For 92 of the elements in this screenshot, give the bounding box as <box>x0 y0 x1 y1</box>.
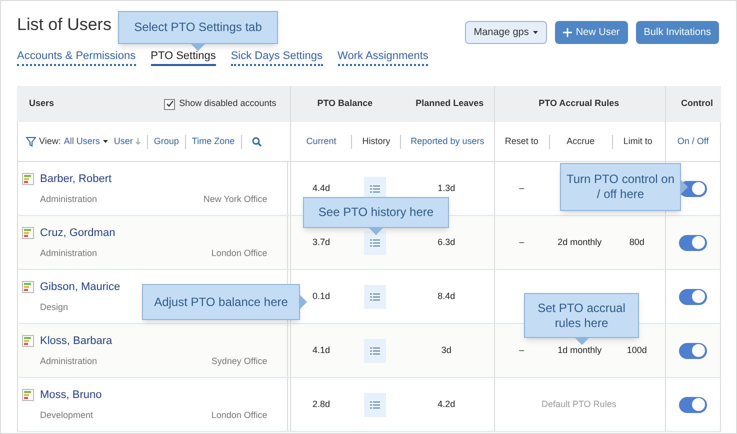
accrue-value[interactable]: 1d monthly <box>558 344 602 355</box>
filter-icon <box>26 136 36 146</box>
chart-icon <box>22 334 34 347</box>
column-subheader: Reported by users <box>410 134 486 148</box>
reset-value[interactable]: – <box>494 182 549 196</box>
callout-tooltip: Adjust PTO balance here <box>142 284 300 320</box>
column-subheader: Reset to <box>504 134 540 148</box>
pointer-icon <box>574 338 588 345</box>
column-subheader: On / Off <box>677 134 709 148</box>
down-arrow-icon <box>134 138 141 145</box>
user-name-link[interactable]: Gibson, Maurice <box>40 278 120 295</box>
planned-leaves-value: 8.4d <box>436 290 456 303</box>
manage-groups-button[interactable]: Manage gps <box>464 21 547 44</box>
view-label: View: <box>39 134 61 148</box>
column-subheader: Limit to <box>622 134 654 148</box>
reset-value[interactable]: – <box>494 344 549 358</box>
balance-value[interactable]: 2.8d <box>291 398 352 412</box>
tab[interactable]: Accounts & Permissions <box>17 49 136 66</box>
column-subheader: Current <box>305 134 338 148</box>
caret-icon <box>532 31 538 34</box>
user-office: New York Office <box>203 193 268 206</box>
user-group: Administration <box>40 193 98 206</box>
toggle-switch[interactable] <box>679 396 708 412</box>
page-title: List of Users <box>17 14 112 36</box>
column-header: PTO Balance <box>317 97 373 110</box>
user-group: Design <box>40 301 68 314</box>
planned-leaves-value: 4.2d <box>436 398 456 411</box>
pointer-icon <box>300 295 307 309</box>
limit-value[interactable]: 80d <box>629 236 644 247</box>
list-icon <box>370 400 380 408</box>
view-dropdown[interactable]: All Users <box>64 134 108 148</box>
sort-column[interactable]: User <box>114 134 141 148</box>
column-header: PTO Accrual Rules <box>538 97 620 110</box>
column-header: Users <box>29 97 54 110</box>
column-subheader: History <box>361 134 392 148</box>
sort-column[interactable]: Group <box>154 134 179 148</box>
user-name-link[interactable]: Cruz, Gordman <box>40 224 116 241</box>
pointer-icon <box>191 44 205 51</box>
user-office: Sydney Office <box>211 355 268 368</box>
balance-value[interactable]: 4.4d <box>291 182 352 196</box>
new-user-button[interactable]: New User <box>554 21 628 44</box>
list-icon <box>370 292 380 300</box>
planned-leaves-value: 3d <box>440 344 452 357</box>
bulk-invitations-button[interactable]: Bulk Invitations <box>636 21 719 44</box>
user-group: Administration <box>40 247 98 260</box>
user-office: London Office <box>211 247 268 260</box>
user-name-link[interactable]: Barber, Robert <box>40 170 112 187</box>
toggle-switch[interactable] <box>679 342 708 358</box>
reset-value[interactable]: – <box>494 236 549 250</box>
callout-tooltip: Turn PTO control on / off here <box>560 163 681 211</box>
history-button[interactable] <box>364 338 386 362</box>
column-header: Control <box>681 97 713 110</box>
pointer-icon <box>681 180 688 194</box>
chart-icon <box>22 388 34 401</box>
column-subheader: Accrue <box>566 134 596 148</box>
tab[interactable]: PTO Settings <box>150 49 216 66</box>
sort-column[interactable]: Time Zone <box>192 134 235 148</box>
plus-icon <box>562 28 572 37</box>
list-icon <box>370 184 380 192</box>
history-button[interactable] <box>364 284 386 308</box>
chart-icon <box>22 280 34 293</box>
planned-leaves-value: 1.3d <box>436 182 456 195</box>
user-group: Development <box>40 409 94 422</box>
user-office: London Office <box>211 409 268 422</box>
checkbox[interactable] <box>164 98 176 110</box>
chart-icon <box>22 172 34 185</box>
list-icon <box>370 238 380 246</box>
checkmark-icon <box>166 100 174 108</box>
list-icon <box>370 346 380 354</box>
accrue-value[interactable]: 2d monthly <box>558 236 602 247</box>
toggle-switch[interactable] <box>679 288 708 304</box>
pointer-icon <box>369 228 383 235</box>
search-icon[interactable] <box>252 136 262 146</box>
user-name-link[interactable]: Kloss, Barbara <box>40 332 112 349</box>
callout-tooltip: See PTO history here <box>303 197 449 228</box>
history-button[interactable] <box>364 230 386 254</box>
callout-tooltip: Select PTO Settings tab <box>118 11 278 44</box>
caret-icon <box>102 140 108 143</box>
tab[interactable]: Sick Days Settings <box>230 49 323 66</box>
chart-icon <box>22 226 34 239</box>
planned-leaves-value: 6.3d <box>436 236 456 249</box>
history-button[interactable] <box>364 392 386 416</box>
limit-value[interactable]: 100d <box>626 344 647 355</box>
tab[interactable]: Work Assignments <box>338 49 428 66</box>
callout-tooltip: Set PTO accrual rules here <box>524 293 639 338</box>
user-group: Administration <box>40 355 98 368</box>
balance-value[interactable]: 4.1d <box>291 344 352 358</box>
balance-value[interactable]: 3.7d <box>291 236 352 250</box>
checkbox-label: Show disabled accounts <box>179 97 276 110</box>
user-name-link[interactable]: Moss, Bruno <box>40 386 102 403</box>
column-header: Planned Leaves <box>416 97 484 110</box>
toggle-switch[interactable] <box>679 234 708 250</box>
